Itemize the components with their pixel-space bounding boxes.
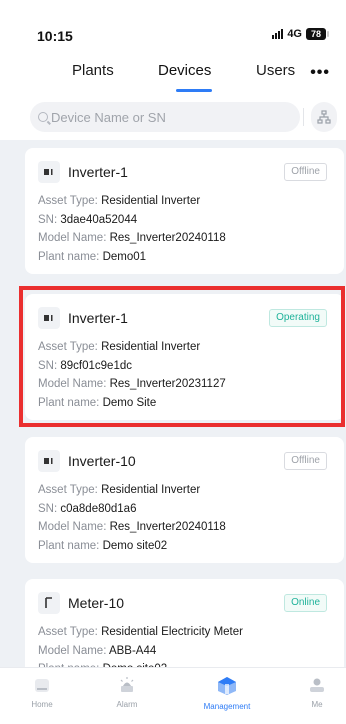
signal-icon <box>272 29 284 39</box>
asset-type-row: Asset Type: Residential Inverter <box>38 195 201 207</box>
search-box[interactable] <box>30 102 300 132</box>
network-type: 4G <box>287 28 302 40</box>
hierarchy-button[interactable] <box>311 102 337 132</box>
device-card[interactable]: Inverter-10 Offline Asset Type: Resident… <box>25 437 344 563</box>
home-icon <box>35 679 49 692</box>
more-icon[interactable]: ••• <box>310 64 330 82</box>
nav-me[interactable]: Me <box>287 676 346 709</box>
nav-label: Management <box>203 702 251 711</box>
nav-label: Alarm <box>116 700 138 709</box>
status-indicators: 4G 78 <box>272 28 329 40</box>
tab-bar: Plants Devices Users <box>0 62 346 98</box>
device-card[interactable]: Inverter-1 Operating Asset Type: Residen… <box>25 294 344 420</box>
plant-name-row: Plant name: Demo site02 <box>38 539 168 552</box>
status-badge: Offline <box>284 452 327 470</box>
device-name: Inverter-1 <box>68 164 128 180</box>
nav-alarm[interactable]: Alarm <box>97 676 157 709</box>
tab-plants[interactable]: Plants <box>72 62 114 79</box>
plant-name-row: Plant name: Demo01 <box>38 250 147 263</box>
active-tab-indicator <box>176 89 212 92</box>
inverter-icon <box>38 450 60 472</box>
nav-home[interactable]: Home <box>12 676 72 709</box>
phone-screen: 10:15 4G 78 Plants Devices Users ••• Dev… <box>0 0 346 724</box>
battery-icon: 78 <box>306 28 329 40</box>
model-name-row: Model Name: Res_Inverter20231127 <box>38 378 226 390</box>
meter-icon <box>38 592 60 614</box>
tab-devices[interactable]: Devices <box>158 62 211 79</box>
sn-row: SN: 3dae40a52044 <box>38 213 138 226</box>
model-name-row: Model Name: Res_Inverter20240118 <box>38 232 226 244</box>
device-card[interactable]: Inverter-1 Offline Asset Type: Residenti… <box>25 148 344 274</box>
device-name: Meter-10 <box>68 595 125 611</box>
nav-label: Home <box>31 700 53 709</box>
search-input[interactable] <box>51 109 271 125</box>
management-icon <box>218 677 236 695</box>
status-badge: Online <box>284 594 327 612</box>
inverter-icon <box>38 161 60 183</box>
model-name-row: Model Name: ABB-A44 <box>38 644 157 657</box>
model-name-row: Model Name: Res_Inverter20240118 <box>38 521 226 533</box>
top-area: 10:15 4G 78 Plants Devices Users ••• <box>0 0 346 140</box>
status-badge: Operating <box>269 309 327 327</box>
plant-name-row: Plant name: Demo Site <box>38 396 157 409</box>
inverter-icon <box>38 307 60 329</box>
me-icon <box>310 678 324 692</box>
asset-type-row: Asset Type: Residential Inverter <box>38 341 201 353</box>
bottom-nav: Home Alarm Management Me <box>0 667 346 724</box>
alarm-icon <box>120 677 134 692</box>
hierarchy-icon <box>317 110 331 124</box>
search-icon <box>38 112 48 122</box>
search-divider <box>303 108 304 126</box>
asset-type-row: Asset Type: Residential Inverter <box>38 484 201 496</box>
device-name: Inverter-1 <box>68 310 128 326</box>
status-badge: Offline <box>284 163 327 181</box>
device-name: Inverter-10 <box>68 453 136 469</box>
sn-row: SN: 89cf01c9e1dc <box>38 359 132 372</box>
nav-management[interactable]: Management <box>197 676 257 711</box>
asset-type-row: Asset Type: Residential Electricity Mete… <box>38 626 243 638</box>
nav-label: Me <box>311 700 323 709</box>
tab-users[interactable]: Users <box>256 62 295 79</box>
status-time: 10:15 <box>37 28 73 44</box>
sn-row: SN: c0a8de80d1a6 <box>38 502 137 515</box>
